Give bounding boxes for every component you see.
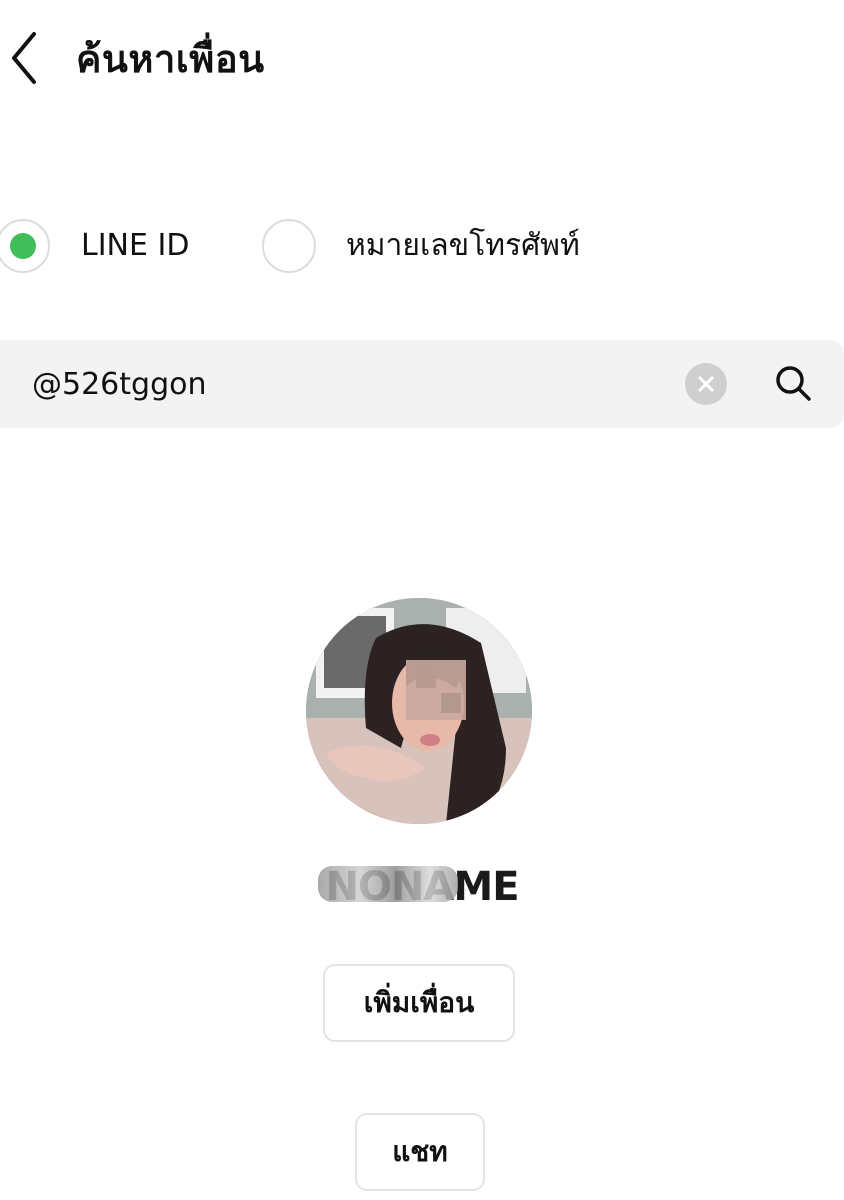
clear-button[interactable] xyxy=(685,363,727,405)
back-button[interactable] xyxy=(6,30,46,86)
radio-button-unselected[interactable] xyxy=(262,219,316,273)
search-bar xyxy=(0,340,844,428)
radio-button-selected[interactable] xyxy=(0,219,50,273)
chevron-left-icon xyxy=(12,32,36,84)
radio-line-id-label[interactable]: LINE ID xyxy=(81,226,189,266)
profile-avatar[interactable] xyxy=(306,598,532,824)
radio-line-id[interactable]: LINE ID xyxy=(0,214,189,278)
search-input[interactable] xyxy=(32,340,632,428)
profile-photo xyxy=(306,598,532,824)
add-friend-button[interactable]: เพิ่มเพื่อน xyxy=(323,964,515,1042)
search-button[interactable] xyxy=(772,362,816,406)
clear-icon xyxy=(698,376,714,392)
page-title: ค้นหาเพื่อน xyxy=(76,37,265,81)
radio-selected-dot xyxy=(10,233,36,259)
header: ค้นหาเพื่อน xyxy=(0,0,844,120)
radio-phone-number[interactable]: หมายเลขโทรศัพท์ xyxy=(262,214,580,278)
search-type-selector: LINE ID หมายเลขโทรศัพท์ xyxy=(0,214,844,278)
name-censor-blur xyxy=(318,866,458,902)
search-icon xyxy=(776,366,811,401)
chat-button[interactable]: แชท xyxy=(355,1113,485,1191)
radio-phone-number-label[interactable]: หมายเลขโทรศัพท์ xyxy=(346,226,580,266)
